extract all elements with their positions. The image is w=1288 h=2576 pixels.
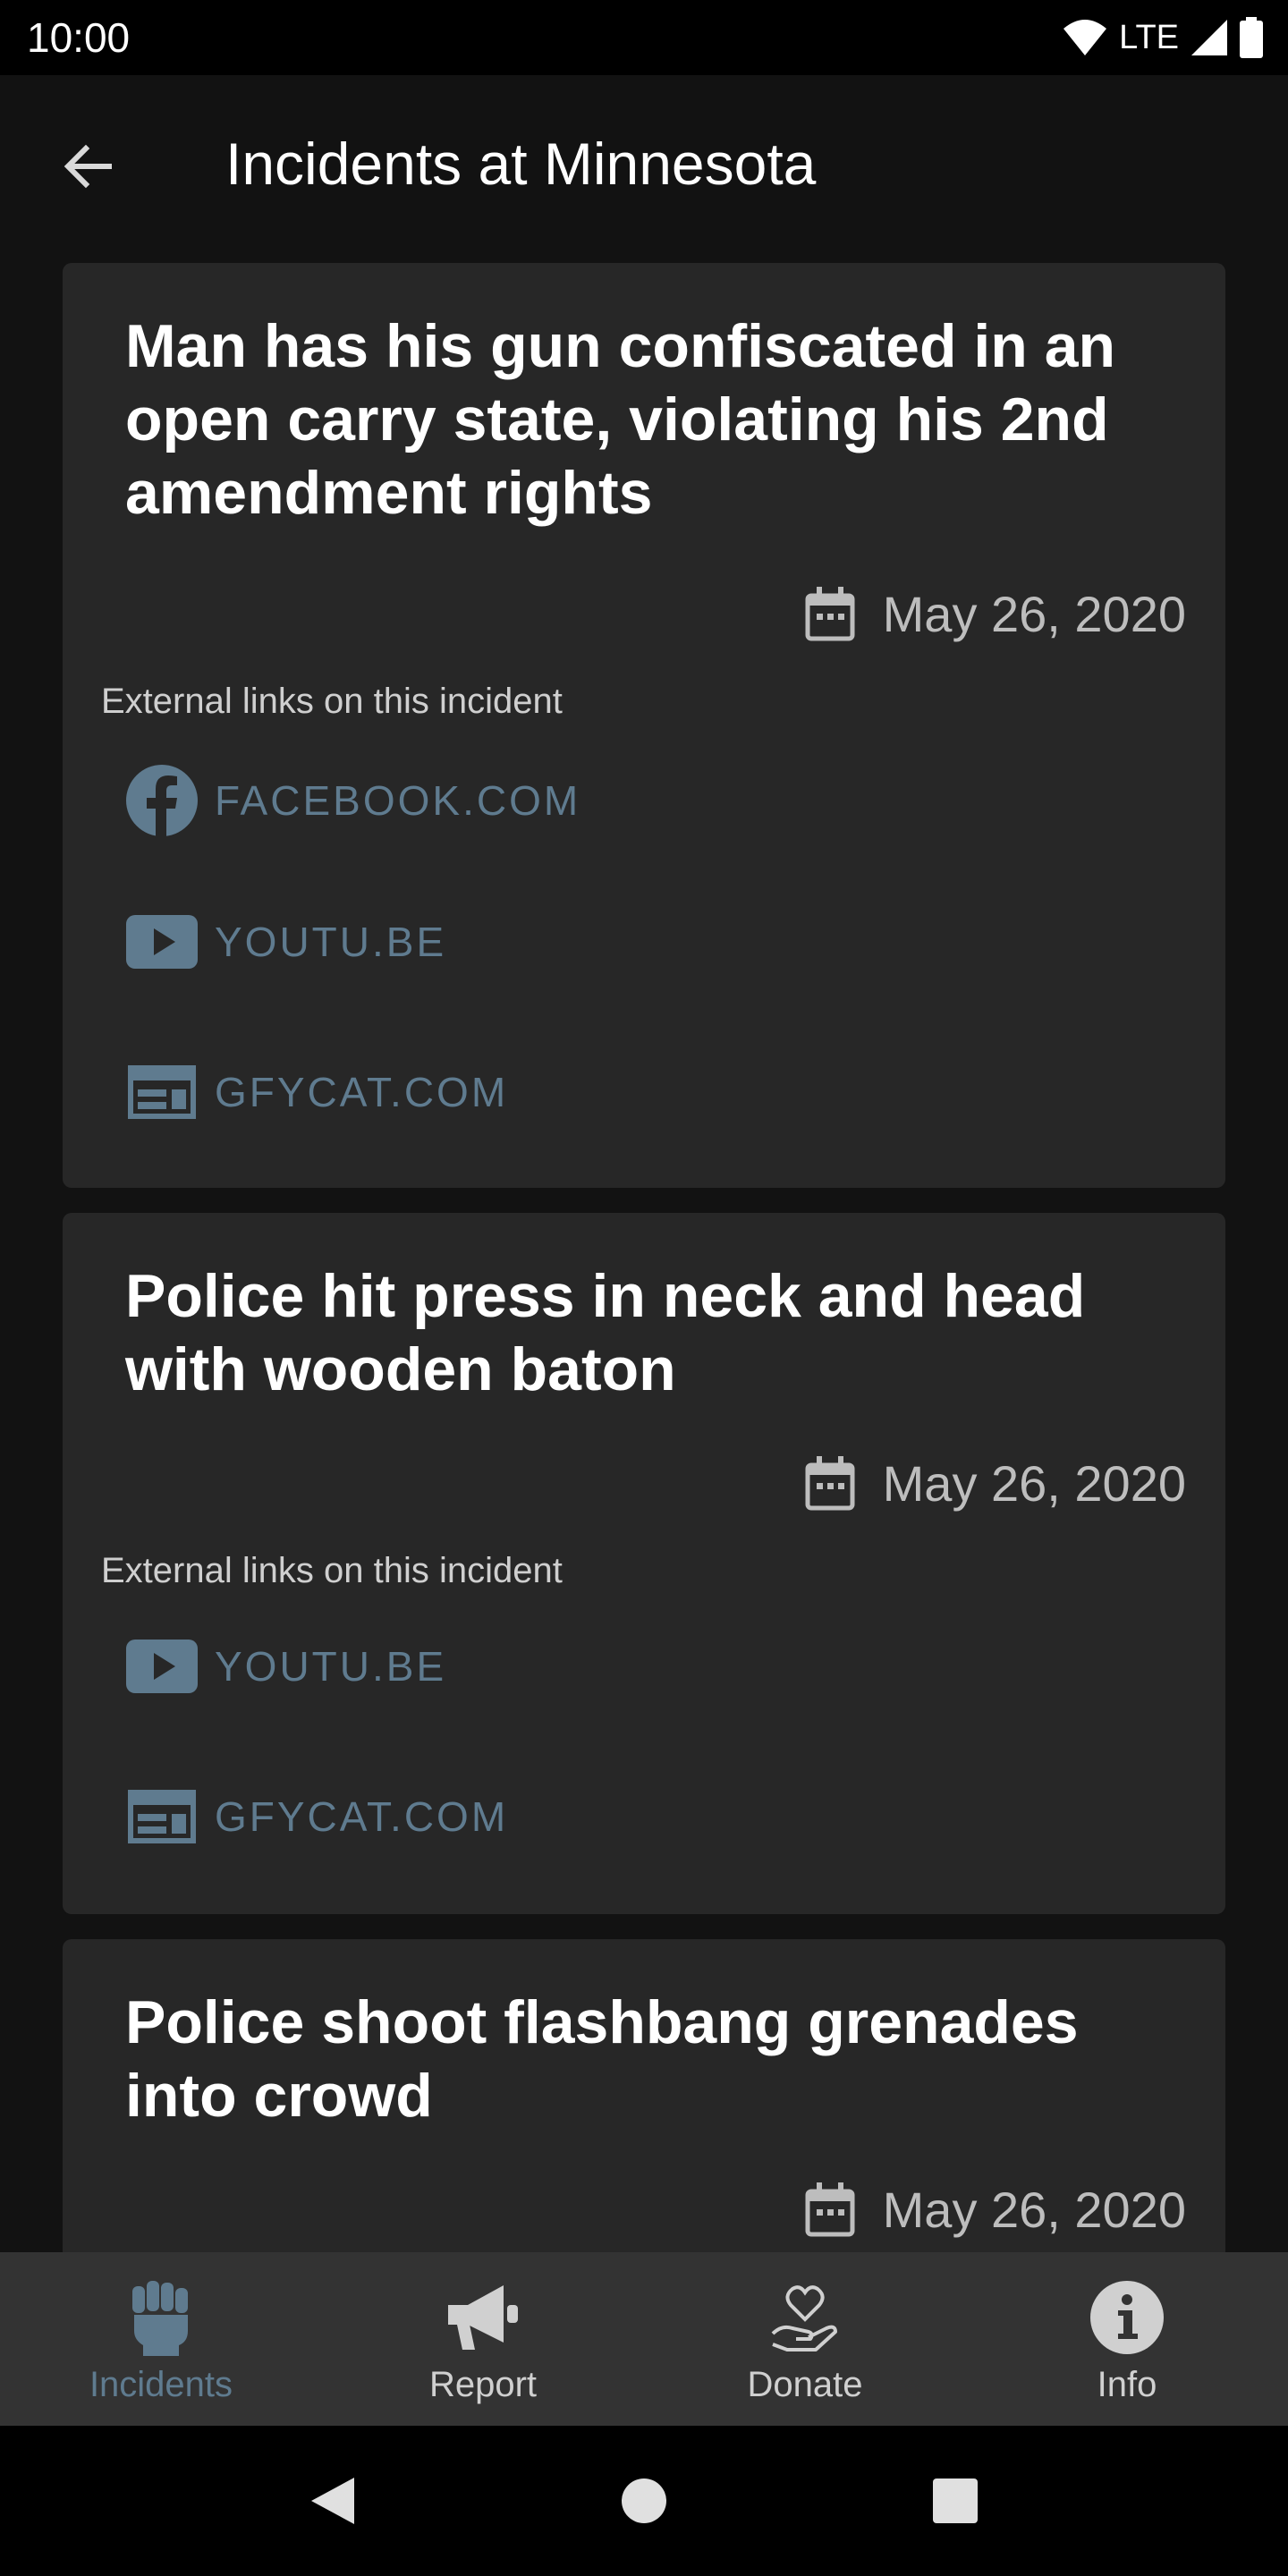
square-recents-icon bbox=[933, 2479, 978, 2523]
link-gfycat[interactable]: GFYCAT.COM bbox=[125, 1064, 508, 1120]
triangle-back-icon bbox=[311, 2478, 354, 2524]
link-youtube[interactable]: YOUTU.BE bbox=[125, 914, 446, 970]
incident-card[interactable]: Man has his gun confiscated in an open c… bbox=[63, 263, 1225, 1188]
nav-label: Incidents bbox=[89, 2365, 233, 2404]
web-icon bbox=[128, 1065, 196, 1119]
date-text: May 26, 2020 bbox=[882, 586, 1186, 642]
links-label: External links on this incident bbox=[101, 1551, 563, 1590]
link-label: YOUTU.BE bbox=[215, 1643, 447, 1690]
incident-date: May 26, 2020 bbox=[804, 1454, 1186, 1513]
youtube-icon bbox=[126, 915, 198, 969]
link-label: GFYCAT.COM bbox=[215, 1793, 509, 1840]
incident-card[interactable]: Police hit press in neck and head with w… bbox=[63, 1213, 1225, 1914]
nav-label: Donate bbox=[747, 2365, 863, 2404]
incident-card[interactable]: Police shoot flashbang grenades into cro… bbox=[63, 1939, 1225, 2252]
battery-icon bbox=[1240, 17, 1263, 58]
signal-icon bbox=[1191, 20, 1227, 55]
system-home-button[interactable] bbox=[608, 2465, 680, 2537]
calendar-icon bbox=[805, 2182, 855, 2236]
incident-title: Man has his gun confiscated in an open c… bbox=[125, 312, 1116, 527]
incident-date: May 26, 2020 bbox=[804, 585, 1186, 643]
web-icon bbox=[128, 1790, 196, 1843]
bottom-navigation: Incidents Report Donate Info bbox=[0, 2252, 1288, 2426]
link-gfycat[interactable]: GFYCAT.COM bbox=[125, 1789, 508, 1844]
nav-label: Info bbox=[1097, 2365, 1157, 2404]
status-icons: LTE bbox=[1062, 17, 1263, 58]
heart-hand-icon bbox=[765, 2277, 845, 2358]
link-label: FACEBOOK.COM bbox=[215, 777, 581, 824]
nav-report[interactable]: Report bbox=[322, 2252, 644, 2426]
info-icon bbox=[1087, 2277, 1167, 2358]
date-text: May 26, 2020 bbox=[882, 2182, 1186, 2238]
facebook-icon bbox=[126, 765, 198, 837]
links-label: External links on this incident bbox=[101, 682, 563, 721]
nav-label: Report bbox=[428, 2365, 538, 2404]
link-label: GFYCAT.COM bbox=[215, 1069, 509, 1115]
nav-donate[interactable]: Donate bbox=[644, 2252, 966, 2426]
incident-date: May 26, 2020 bbox=[804, 2181, 1186, 2239]
link-label: YOUTU.BE bbox=[215, 919, 447, 965]
arrow-left-icon bbox=[64, 144, 112, 189]
status-bar: 10:00 LTE bbox=[0, 0, 1288, 75]
incident-title: Police shoot flashbang grenades into cro… bbox=[125, 1988, 1079, 2130]
link-youtube[interactable]: YOUTU.BE bbox=[125, 1639, 446, 1694]
back-button[interactable] bbox=[52, 131, 123, 202]
nav-info[interactable]: Info bbox=[966, 2252, 1288, 2426]
incident-title: Police hit press in neck and head with w… bbox=[125, 1262, 1086, 1403]
network-type: LTE bbox=[1119, 18, 1179, 56]
page-title: Incidents at Minnesota bbox=[225, 131, 817, 197]
youtube-icon bbox=[126, 1640, 198, 1693]
nav-incidents[interactable]: Incidents bbox=[0, 2252, 322, 2426]
wifi-icon bbox=[1063, 20, 1107, 55]
date-text: May 26, 2020 bbox=[882, 1455, 1186, 1512]
status-time: 10:00 bbox=[27, 14, 131, 61]
circle-home-icon bbox=[622, 2479, 666, 2523]
system-recents-button[interactable] bbox=[919, 2465, 991, 2537]
system-back-button[interactable] bbox=[297, 2465, 369, 2537]
system-navigation-bar bbox=[0, 2426, 1288, 2576]
calendar-icon bbox=[805, 1455, 855, 1510]
link-facebook[interactable]: FACEBOOK.COM bbox=[125, 764, 580, 837]
incident-list[interactable]: Man has his gun confiscated in an open c… bbox=[0, 254, 1288, 2252]
app-bar: Incidents at Minnesota bbox=[0, 75, 1288, 254]
megaphone-icon bbox=[443, 2277, 523, 2358]
fist-icon bbox=[121, 2277, 201, 2358]
calendar-icon bbox=[805, 586, 855, 640]
